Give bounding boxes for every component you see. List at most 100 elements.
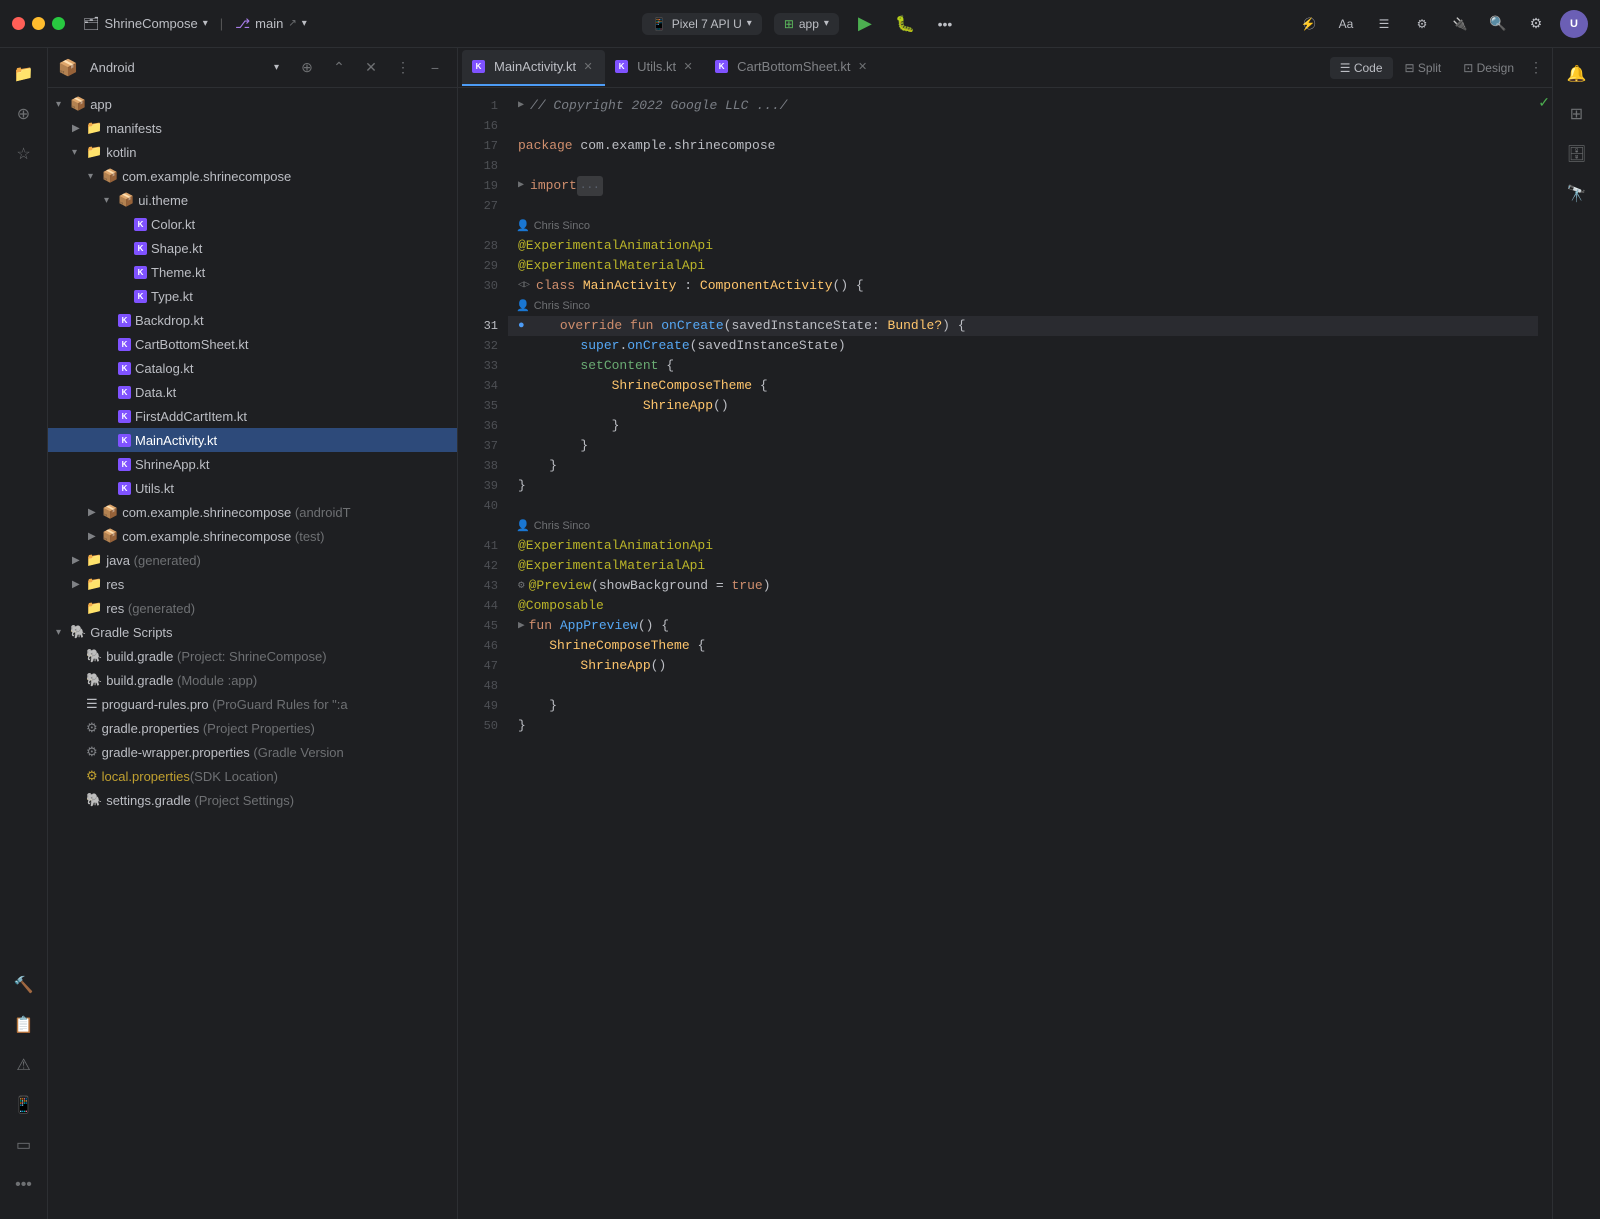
settings-button[interactable]: ⚙ xyxy=(1522,10,1550,38)
title-right: ⚡⃝ Aa ☰ ⚙ 🔌 🔍 ⚙ U xyxy=(1294,10,1588,38)
file-tree-panel: 📦 Android ▾ ⊕ ⌃ ✕ ⋮ − ▾ 📦 app ▶ 📁 manife… xyxy=(48,48,458,1219)
tree-item-gradle-scripts[interactable]: ▾ 🐘 Gradle Scripts xyxy=(48,620,457,644)
plugin-button[interactable]: 🔌 xyxy=(1446,10,1474,38)
tree-item-kotlin[interactable]: ▾ 📁 kotlin xyxy=(48,140,457,164)
title-center: 📱 Pixel 7 API U ▾ ⊞ app ▾ ▶ 🐛 ••• xyxy=(315,10,1286,38)
close-button[interactable] xyxy=(12,17,25,30)
emulator-button[interactable]: 📱 xyxy=(6,1087,42,1123)
view-mode-buttons: ☰ Code ⊟ Split ⊡ Design xyxy=(1330,57,1524,79)
code-line: ShrineComposeTheme { xyxy=(508,636,1538,656)
tab-close-button[interactable]: ✕ xyxy=(681,60,695,74)
tree-item-package-main[interactable]: ▾ 📦 com.example.shrinecompose xyxy=(48,164,457,188)
tree-item-theme-kt[interactable]: ▶ K Theme.kt xyxy=(48,260,457,284)
tab-more-button[interactable]: ⋮ xyxy=(1524,56,1548,80)
search-button[interactable]: 🔍 xyxy=(1484,10,1512,38)
more-tools-button[interactable]: ••• xyxy=(6,1167,42,1203)
layout-inspector-button[interactable]: ⊞ xyxy=(1559,96,1595,132)
line-num: 36 xyxy=(458,416,508,436)
tree-item-utils-kt[interactable]: ▶ K Utils.kt xyxy=(48,476,457,500)
tree-item-package-android-test[interactable]: ▶ 📦 com.example.shrinecompose (androidT xyxy=(48,500,457,524)
sdk-manager-button[interactable]: ⚙ xyxy=(1408,10,1436,38)
tab-utils-kt[interactable]: K Utils.kt ✕ xyxy=(605,50,705,86)
tree-label: FirstAddCartItem.kt xyxy=(135,409,247,424)
problems-button[interactable]: ⚠ xyxy=(6,1047,42,1083)
build-button[interactable]: 🔨 xyxy=(6,967,42,1003)
collapse-all-button[interactable]: ⌃ xyxy=(327,56,351,80)
tree-item-data-kt[interactable]: ▶ K Data.kt xyxy=(48,380,457,404)
tree-item-package-test[interactable]: ▶ 📦 com.example.shrinecompose (test) xyxy=(48,524,457,548)
code-line: ShrineComposeTheme { xyxy=(508,376,1538,396)
tree-item-proguard-rules[interactable]: ▶ ☰ proguard-rules.pro (ProGuard Rules f… xyxy=(48,692,457,716)
app-inspection-button[interactable]: 🔭 xyxy=(1559,176,1595,212)
tree-item-build-gradle-project[interactable]: ▶ 🐘 build.gradle (Project: ShrineCompose… xyxy=(48,644,457,668)
tree-item-res[interactable]: ▶ 📁 res xyxy=(48,572,457,596)
tree-item-cartbottomsheet-kt[interactable]: ▶ K CartBottomSheet.kt xyxy=(48,332,457,356)
tree-item-build-gradle-module[interactable]: ▶ 🐘 build.gradle (Module :app) xyxy=(48,668,457,692)
tab-cartbottomsheet-kt[interactable]: K CartBottomSheet.kt ✕ xyxy=(705,50,879,86)
tree-item-gradle-properties[interactable]: ▶ ⚙ gradle.properties (Project Propertie… xyxy=(48,716,457,740)
tree-item-res-generated[interactable]: ▶ 📁 res (generated) xyxy=(48,596,457,620)
close-panel-button[interactable]: ✕ xyxy=(359,56,383,80)
gear-icon[interactable]: ⋮ xyxy=(391,56,415,80)
kt-icon: K xyxy=(715,60,728,73)
design-view-button[interactable]: ⊡ Design xyxy=(1453,57,1524,79)
notifications-button[interactable]: 🔔 xyxy=(1559,56,1595,92)
branch-name: main xyxy=(255,16,283,31)
file-tree: ▾ 📦 app ▶ 📁 manifests ▾ 📁 kotlin xyxy=(48,88,457,1219)
maximize-button[interactable] xyxy=(52,17,65,30)
tree-item-firstaddcartitem-kt[interactable]: ▶ K FirstAddCartItem.kt xyxy=(48,404,457,428)
code-view-button[interactable]: ☰ Code xyxy=(1330,57,1393,79)
tab-close-button[interactable]: ✕ xyxy=(856,60,870,74)
project-selector[interactable]: 🗂 ShrineCompose ▾ xyxy=(83,16,208,32)
android-folder-icon: 📦 xyxy=(58,58,78,78)
tree-item-type-kt[interactable]: ▶ K Type.kt xyxy=(48,284,457,308)
device-manager-button[interactable]: Aa xyxy=(1332,10,1360,38)
logcat-button[interactable]: 📋 xyxy=(6,1007,42,1043)
tree-item-shape-kt[interactable]: ▶ K Shape.kt xyxy=(48,236,457,260)
run-button[interactable]: ▶ xyxy=(851,10,879,38)
user-avatar[interactable]: U xyxy=(1560,10,1588,38)
tree-item-backdrop-kt[interactable]: ▶ K Backdrop.kt xyxy=(48,308,457,332)
minimize-button[interactable] xyxy=(32,17,45,30)
tree-item-app[interactable]: ▾ 📦 app xyxy=(48,92,457,116)
tab-mainactivity-kt[interactable]: K MainActivity.kt ✕ xyxy=(462,50,605,86)
more-options-button[interactable]: ••• xyxy=(931,10,959,38)
tree-item-catalog-kt[interactable]: ▶ K Catalog.kt xyxy=(48,356,457,380)
code-editor[interactable]: ▶ // Copyright 2022 Google LLC .../ pack… xyxy=(508,88,1538,1219)
tree-label: proguard-rules.pro (ProGuard Rules for "… xyxy=(102,697,348,712)
code-line: } xyxy=(508,416,1538,436)
tree-item-local-properties[interactable]: ▶ ⚙ local.properties (SDK Location) xyxy=(48,764,457,788)
line-numbers: 1 16 17 18 19 27 · 28 29 30 · 31 32 33 3… xyxy=(458,88,508,1219)
code-line: ▶ import ... xyxy=(508,176,1538,196)
favorites-button[interactable]: ☆ xyxy=(6,136,42,172)
main-layout: 📁 ⊕ ☆ 🔨 📋 ⚠ 📱 ▭ ••• 📦 Android ▾ ⊕ ⌃ ✕ ⋮ … xyxy=(0,48,1600,1219)
tree-item-ui-theme[interactable]: ▾ 📦 ui.theme xyxy=(48,188,457,212)
project-view-button[interactable]: 📁 xyxy=(6,56,42,92)
tab-close-button[interactable]: ✕ xyxy=(581,60,595,74)
line-num: 33 xyxy=(458,356,508,376)
minimize-panel-button[interactable]: − xyxy=(423,56,447,80)
terminal-button[interactable]: ▭ xyxy=(6,1127,42,1163)
tree-item-manifests[interactable]: ▶ 📁 manifests xyxy=(48,116,457,140)
tree-label: com.example.shrinecompose (androidT xyxy=(122,505,350,520)
app-selector[interactable]: ⊞ app ▾ xyxy=(774,13,839,35)
git-button[interactable]: ⊕ xyxy=(6,96,42,132)
tree-label: Gradle Scripts xyxy=(90,625,172,640)
tree-item-settings-gradle[interactable]: ▶ 🐘 settings.gradle (Project Settings) xyxy=(48,788,457,812)
tree-item-java-generated[interactable]: ▶ 📁 java (generated) xyxy=(48,548,457,572)
editor-scrollbar[interactable]: ✓ xyxy=(1538,88,1552,1219)
profiler-button[interactable]: ⚡⃝ xyxy=(1294,10,1322,38)
branch-selector[interactable]: ⎇ main ↗ ▾ xyxy=(235,16,307,32)
tree-item-gradle-wrapper-properties[interactable]: ▶ ⚙ gradle-wrapper.properties (Gradle Ve… xyxy=(48,740,457,764)
sync-button[interactable]: ⊕ xyxy=(295,56,319,80)
tree-item-color-kt[interactable]: ▶ K Color.kt xyxy=(48,212,457,236)
tree-item-mainactivity-kt[interactable]: ▶ K MainActivity.kt xyxy=(48,428,457,452)
device-selector[interactable]: 📱 Pixel 7 API U ▾ xyxy=(642,13,762,35)
tree-label: ui.theme xyxy=(138,193,188,208)
database-inspector-button[interactable]: 🗄 xyxy=(1559,136,1595,172)
split-view-button[interactable]: ⊟ Split xyxy=(1395,57,1452,79)
tree-item-shrineapp-kt[interactable]: ▶ K ShrineApp.kt xyxy=(48,452,457,476)
tab-bar: K MainActivity.kt ✕ K Utils.kt ✕ K CartB… xyxy=(458,48,1552,88)
avd-manager-button[interactable]: ☰ xyxy=(1370,10,1398,38)
debug-button[interactable]: 🐛 xyxy=(891,10,919,38)
